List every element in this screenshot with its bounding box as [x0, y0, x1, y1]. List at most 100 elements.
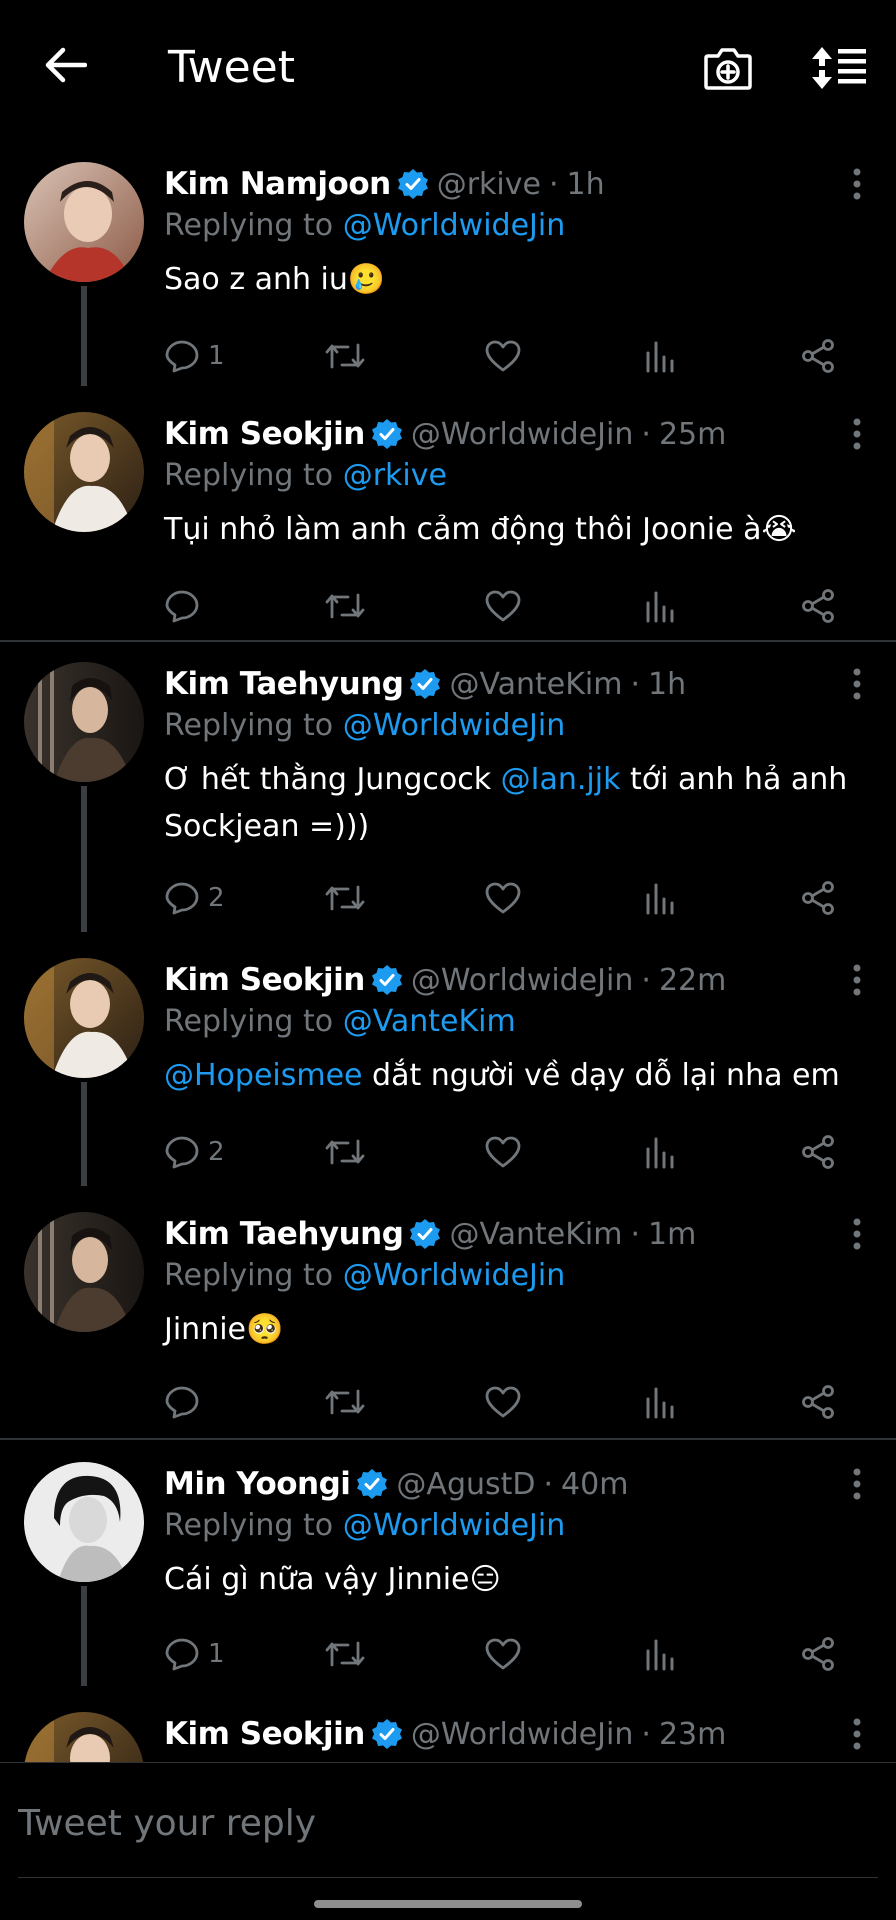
- like-button[interactable]: [484, 1378, 522, 1426]
- mention-link[interactable]: @WorldwideJin: [343, 1258, 566, 1293]
- tweet[interactable]: Kim Seokjin @WorldwideJin · 25m Replying…: [0, 386, 896, 636]
- share-button[interactable]: [800, 1128, 836, 1176]
- more-options-button[interactable]: [840, 1464, 874, 1504]
- reply-button[interactable]: [164, 1378, 208, 1426]
- handle[interactable]: @VanteKim: [449, 667, 622, 702]
- retweet-button[interactable]: [324, 582, 366, 630]
- emoji-crying-icon: 😭: [761, 512, 797, 547]
- share-button[interactable]: [800, 582, 836, 630]
- tweet[interactable]: Min Yoongi @AgustD · 40m Replying to @Wo…: [0, 1436, 896, 1686]
- analytics-button[interactable]: [644, 1128, 676, 1176]
- display-name[interactable]: Kim Seokjin: [164, 1716, 365, 1752]
- handle[interactable]: @WorldwideJin: [411, 417, 634, 452]
- retweet-button[interactable]: [324, 1630, 366, 1678]
- retweet-icon: [325, 1641, 365, 1667]
- more-options-button[interactable]: [840, 164, 874, 204]
- more-options-button[interactable]: [840, 664, 874, 704]
- like-button[interactable]: [484, 1128, 522, 1176]
- action-bar: 2: [164, 874, 864, 922]
- avatar[interactable]: [24, 1712, 144, 1762]
- tweet-text: Jinnie🥺: [164, 1306, 872, 1353]
- share-button[interactable]: [800, 1630, 836, 1678]
- top-app-bar: Tweet: [0, 0, 896, 136]
- avatar[interactable]: [24, 958, 144, 1078]
- more-vertical-icon: [853, 1468, 861, 1500]
- retweet-button[interactable]: [324, 332, 366, 380]
- verified-badge-icon: [356, 1468, 388, 1500]
- avatar[interactable]: [24, 1212, 144, 1332]
- mention-link[interactable]: @Ian.jjk: [501, 762, 621, 797]
- share-button[interactable]: [800, 1378, 836, 1426]
- handle[interactable]: @WorldwideJin: [411, 963, 634, 998]
- more-options-button[interactable]: [840, 1714, 874, 1754]
- display-name[interactable]: Kim Seokjin: [164, 962, 365, 998]
- like-button[interactable]: [484, 582, 522, 630]
- tweet-text-content: Cái gì nữa vậy Jinnie: [164, 1562, 470, 1597]
- reply-button[interactable]: 2: [164, 874, 225, 922]
- reply-icon: [165, 1136, 199, 1169]
- tweet[interactable]: Kim Taehyung @VanteKim · 1h Replying to …: [0, 636, 896, 932]
- more-options-button[interactable]: [840, 414, 874, 454]
- handle[interactable]: @AgustD: [396, 1467, 535, 1502]
- like-button[interactable]: [484, 332, 522, 380]
- reply-button[interactable]: 1: [164, 1630, 225, 1678]
- home-indicator[interactable]: [314, 1900, 582, 1908]
- retweet-button[interactable]: [324, 1128, 366, 1176]
- mention-link[interactable]: @rkive: [343, 458, 447, 493]
- share-icon: [802, 1385, 834, 1419]
- page-title: Tweet: [168, 42, 295, 93]
- display-name[interactable]: Kim Taehyung: [164, 666, 404, 702]
- tweet[interactable]: Kim Taehyung @VanteKim · 1m Replying to …: [0, 1186, 896, 1436]
- analytics-button[interactable]: [644, 332, 676, 380]
- analytics-button[interactable]: [644, 1630, 676, 1678]
- handle[interactable]: @VanteKim: [449, 1217, 622, 1252]
- avatar[interactable]: [24, 662, 144, 782]
- mention-link[interactable]: @VanteKim: [343, 1004, 516, 1039]
- reply-icon: [165, 590, 199, 623]
- mention-link[interactable]: @WorldwideJin: [343, 708, 566, 743]
- mention-link[interactable]: @WorldwideJin: [343, 1508, 566, 1543]
- tweet[interactable]: Kim Seokjin @WorldwideJin · 23m: [0, 1686, 896, 1762]
- camera-button[interactable]: [700, 40, 756, 96]
- share-button[interactable]: [800, 332, 836, 380]
- tweet-text: Tụi nhỏ làm anh cảm động thôi Joonie à😭: [164, 506, 872, 553]
- reply-input[interactable]: [18, 1793, 878, 1853]
- more-options-button[interactable]: [840, 1214, 874, 1254]
- mention-link[interactable]: @Hopeismee: [164, 1058, 363, 1093]
- back-button[interactable]: [40, 40, 90, 90]
- analytics-button[interactable]: [644, 1378, 676, 1426]
- display-name[interactable]: Kim Namjoon: [164, 166, 391, 202]
- avatar[interactable]: [24, 162, 144, 282]
- display-name[interactable]: Kim Taehyung: [164, 1216, 404, 1252]
- analytics-button[interactable]: [644, 582, 676, 630]
- sort-replies-icon: [812, 47, 866, 89]
- more-options-button[interactable]: [840, 960, 874, 1000]
- tweet-text-content: Tụi nhỏ làm anh cảm động thôi Joonie à: [164, 512, 762, 547]
- reply-button[interactable]: [164, 582, 208, 630]
- analytics-icon: [646, 1137, 674, 1169]
- more-vertical-icon: [853, 168, 861, 200]
- retweet-button[interactable]: [324, 1378, 366, 1426]
- reply-button[interactable]: 1: [164, 332, 225, 380]
- replies-feed[interactable]: Kim Namjoon @rkive · 1h Replying to @Wor…: [0, 136, 896, 1762]
- like-button[interactable]: [484, 874, 522, 922]
- reply-button[interactable]: 2: [164, 1128, 225, 1176]
- tweet[interactable]: Kim Seokjin @WorldwideJin · 22m Replying…: [0, 932, 896, 1186]
- display-name[interactable]: Kim Seokjin: [164, 416, 365, 452]
- like-button[interactable]: [484, 1630, 522, 1678]
- analytics-icon: [646, 883, 674, 915]
- analytics-icon: [646, 591, 674, 623]
- tweet[interactable]: Kim Namjoon @rkive · 1h Replying to @Wor…: [0, 136, 896, 386]
- handle[interactable]: @WorldwideJin: [411, 1717, 634, 1752]
- share-button[interactable]: [800, 874, 836, 922]
- handle[interactable]: @rkive: [437, 167, 541, 202]
- retweet-icon: [325, 1389, 365, 1415]
- sort-button[interactable]: [806, 40, 870, 96]
- avatar[interactable]: [24, 1462, 144, 1582]
- display-name[interactable]: Min Yoongi: [164, 1466, 351, 1502]
- analytics-button[interactable]: [644, 874, 676, 922]
- mention-link[interactable]: @WorldwideJin: [343, 208, 566, 243]
- retweet-button[interactable]: [324, 874, 366, 922]
- heart-icon: [485, 590, 521, 622]
- avatar[interactable]: [24, 412, 144, 532]
